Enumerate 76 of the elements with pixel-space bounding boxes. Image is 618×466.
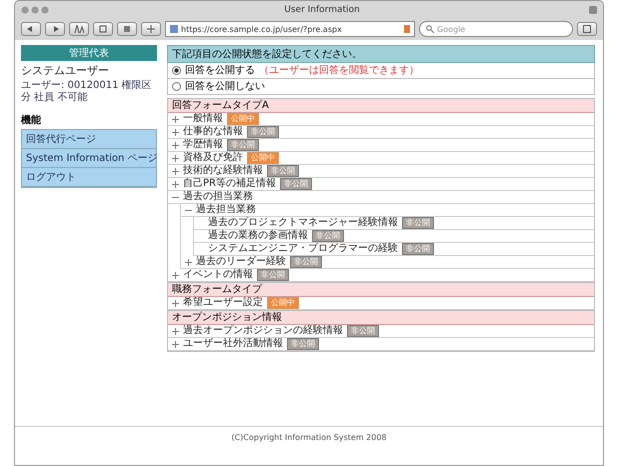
plus-icon — [147, 25, 155, 33]
item-label: 一般情報 — [183, 113, 223, 125]
square-icon — [99, 25, 107, 33]
plus-icon[interactable] — [172, 340, 179, 348]
search-field[interactable]: Google — [419, 21, 573, 37]
user-name: システムユーザー — [21, 63, 110, 78]
reload-button[interactable] — [93, 22, 113, 36]
square-icon — [583, 25, 591, 33]
item-label: 自己PR等の補足情報 — [183, 178, 276, 190]
menu-title: 機能 — [21, 114, 42, 127]
text-size-button[interactable] — [69, 22, 89, 36]
sidebar-header: 管理代表 — [21, 45, 157, 61]
status-badge[interactable]: 非公開 — [227, 139, 259, 151]
item-label: 技術的な経験情報 — [183, 165, 263, 177]
status-badge[interactable]: 非公開 — [247, 126, 279, 138]
status-badge[interactable]: 非公開 — [280, 178, 312, 190]
plus-icon[interactable] — [172, 180, 179, 188]
plus-icon[interactable] — [172, 300, 179, 306]
radio-button[interactable] — [172, 82, 181, 91]
search-icon — [426, 25, 434, 33]
item-label: 過去のリーダー経験 — [196, 256, 286, 268]
forward-icon — [51, 26, 59, 32]
add-bookmark-button[interactable] — [141, 22, 161, 36]
item-label: 過去オープンポジションの経験情報 — [183, 325, 343, 337]
section-header: 職務フォームタイプ — [168, 283, 594, 297]
status-badge[interactable]: 非公開 — [257, 269, 289, 281]
item-label: 過去の担当業務 — [183, 191, 253, 203]
status-badge[interactable]: 非公開 — [290, 256, 322, 268]
copyright-text: (C)Copyright Information System 2008 — [231, 433, 387, 444]
plus-icon[interactable] — [172, 142, 179, 148]
user-info: ユーザー: 00120011 権限区分 社員 不可能 — [21, 80, 153, 103]
toolbar-toggle-icon[interactable] — [589, 6, 597, 14]
back-icon — [27, 26, 35, 32]
plus-icon[interactable] — [172, 116, 179, 122]
status-badge[interactable]: 非公開 — [347, 325, 379, 337]
status-badge[interactable]: 非公開 — [267, 165, 299, 177]
back-button[interactable] — [21, 22, 41, 36]
plus-icon[interactable] — [185, 258, 192, 266]
item-label: 仕事的な情報 — [183, 126, 243, 138]
item-label: イベントの情報 — [183, 269, 253, 281]
stop-button[interactable] — [117, 22, 137, 36]
section-header: 回答フォームタイプA — [168, 99, 594, 113]
item-label: 過去担当業務 — [196, 204, 256, 216]
window-title: User Information — [283, 4, 361, 14]
menu-link[interactable]: 回答代行ページ — [22, 130, 156, 149]
bookmarks-button[interactable] — [577, 22, 597, 36]
plus-icon[interactable] — [172, 328, 179, 334]
menu-link[interactable]: ログアウト — [22, 168, 156, 187]
plus-icon[interactable] — [172, 154, 179, 162]
item-label: 希望ユーザー設定 — [183, 297, 263, 309]
item-label: 学歴情報 — [183, 139, 223, 151]
status-badge[interactable]: 非公開 — [402, 217, 434, 229]
instruction-header: 下記項目の公開状態を設定してください。 — [167, 45, 595, 63]
status-badge[interactable]: 非公開 — [312, 230, 344, 242]
item-label: 資格及び免許 — [183, 152, 243, 164]
plus-icon[interactable] — [172, 272, 179, 278]
status-badge[interactable]: 非公開 — [402, 243, 434, 255]
stop-icon — [123, 25, 131, 33]
option-note: （ユーザーは回答を閲覧できます） — [259, 64, 419, 77]
radio-button[interactable] — [172, 66, 181, 75]
option-label: 回答を公開しない — [185, 80, 265, 93]
item-label: システムエンジニア・プログラマーの経験 — [208, 243, 398, 255]
option-label: 回答を公開する — [185, 64, 255, 77]
forward-button[interactable] — [45, 22, 65, 36]
plus-icon[interactable] — [172, 168, 179, 174]
plus-icon[interactable] — [172, 128, 179, 136]
address-field[interactable]: https://core.sample.co.jp/user/?pre.aspx — [165, 21, 415, 37]
item-label: ユーザー社外活動情報 — [183, 338, 283, 350]
item-label: 過去の業務の参画情報 — [208, 230, 308, 242]
status-badge[interactable]: 公開中 — [267, 297, 299, 309]
status-badge[interactable]: 公開中 — [247, 152, 279, 164]
menu-link[interactable]: System Information ページ — [22, 149, 156, 168]
status-badge[interactable]: 公開中 — [227, 113, 259, 125]
section-header: オープンポジション情報 — [168, 311, 594, 325]
item-label: 過去のプロジェクトマネージャー経験情報 — [208, 217, 398, 229]
status-badge[interactable]: 非公開 — [287, 338, 319, 350]
